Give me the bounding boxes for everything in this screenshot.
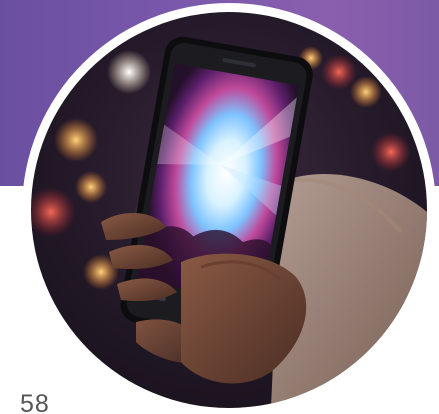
- page: 58: [0, 0, 439, 414]
- concert-photo-illustration: [31, 36, 427, 408]
- page-number: 58: [20, 390, 50, 414]
- concert-photo: [31, 12, 427, 408]
